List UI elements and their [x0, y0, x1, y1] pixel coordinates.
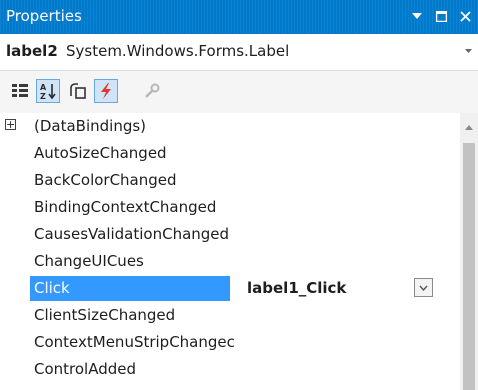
- expand-plus-icon[interactable]: +: [5, 119, 16, 130]
- title-buttons: [408, 5, 474, 27]
- event-row[interactable]: ContextMenuStripChangec: [0, 329, 460, 356]
- events-grid: + (DataBindings) AutoSizeChanged BackColorC…: [0, 113, 478, 390]
- event-handler-value[interactable]: label1_Click: [247, 279, 346, 297]
- event-row[interactable]: CausesValidationChanged: [0, 221, 460, 248]
- event-row[interactable]: ClientSizeChanged: [0, 302, 460, 329]
- event-row[interactable]: BindingContextChanged: [0, 194, 460, 221]
- chevron-down-icon[interactable]: [465, 46, 472, 55]
- event-row[interactable]: AutoSizeChanged: [0, 140, 460, 167]
- chevron-down-icon: [419, 285, 428, 291]
- event-name: ControlAdded: [34, 360, 137, 378]
- event-row[interactable]: + (DataBindings): [0, 113, 460, 140]
- scroll-up-icon[interactable]: [465, 125, 473, 130]
- event-name: ChangeUICues: [34, 252, 144, 270]
- event-name: CausesValidationChanged: [34, 225, 230, 243]
- object-selector[interactable]: label2 System.Windows.Forms.Label: [0, 34, 478, 71]
- scroll-thumb[interactable]: [463, 143, 475, 390]
- event-name: BackColorChanged: [34, 171, 177, 189]
- alphabetical-icon[interactable]: A Z: [36, 79, 60, 103]
- restore-icon[interactable]: [432, 5, 450, 27]
- handler-dropdown-button[interactable]: [414, 278, 433, 297]
- dropdown-pin-icon[interactable]: [408, 5, 426, 27]
- event-row[interactable]: ControlAdded: [0, 356, 460, 383]
- event-name: (DataBindings): [34, 117, 147, 135]
- event-name: ClientSizeChanged: [34, 306, 176, 324]
- event-row[interactable]: BackColorChanged: [0, 167, 460, 194]
- property-pages-icon[interactable]: [140, 79, 164, 103]
- object-name: label2: [6, 42, 58, 60]
- event-name: AutoSizeChanged: [34, 144, 167, 162]
- object-type: System.Windows.Forms.Label: [66, 42, 290, 60]
- svg-text:A: A: [40, 83, 47, 92]
- event-row[interactable]: ChangeUICues: [0, 248, 460, 275]
- vertical-scrollbar[interactable]: [460, 113, 478, 390]
- event-row[interactable]: Click label1_Click: [0, 275, 460, 302]
- event-name: BindingContextChanged: [34, 198, 217, 216]
- event-name: ContextMenuStripChangec: [34, 333, 235, 351]
- properties-toolbar: A Z: [0, 71, 478, 111]
- close-icon[interactable]: [456, 5, 474, 27]
- event-name: Click: [34, 279, 70, 297]
- panel-title: Properties: [6, 7, 82, 25]
- properties-titlebar: Properties: [0, 0, 478, 34]
- svg-text:Z: Z: [40, 92, 46, 100]
- events-icon[interactable]: [94, 79, 118, 103]
- properties-icon[interactable]: [66, 79, 90, 103]
- categorized-icon[interactable]: [8, 79, 32, 103]
